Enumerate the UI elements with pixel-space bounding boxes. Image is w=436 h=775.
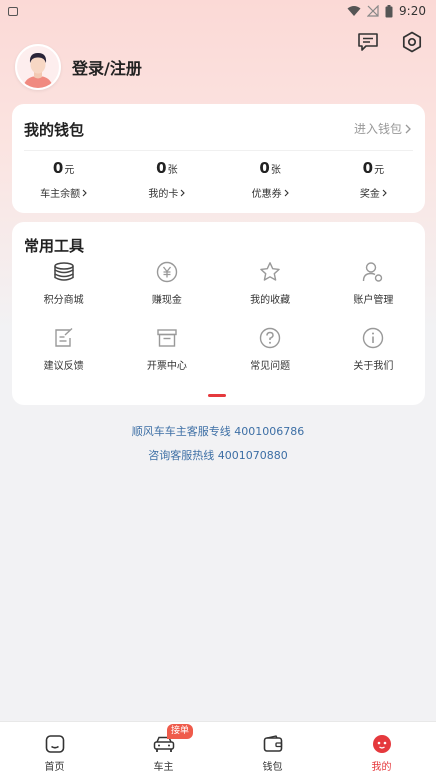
wallet-stat-bonus[interactable]: 0元 奖金 <box>322 159 425 200</box>
battery-icon <box>385 4 393 17</box>
wallet-title: 我的钱包 <box>24 121 85 139</box>
status-bar: 9:20 <box>0 0 436 22</box>
wifi-icon <box>347 6 361 16</box>
stat-value: 0 <box>259 159 270 177</box>
wallet-icon <box>263 735 282 752</box>
consult-service-hotline[interactable]: 咨询客服热线 4001070880 <box>0 447 436 463</box>
tool-label: 账户管理 <box>353 295 394 306</box>
enter-wallet-label: 进入钱包 <box>353 122 402 136</box>
tool-label: 我的收藏 <box>250 295 291 306</box>
question-icon <box>259 327 281 349</box>
owner-service-hotline[interactable]: 顺风车车主客服专线 4001006786 <box>0 423 436 439</box>
tool-label: 建议反馈 <box>43 361 84 372</box>
page-indicator <box>208 394 226 397</box>
wallet-stat-balance[interactable]: 0元 车主余额 <box>12 159 115 200</box>
enter-wallet-link[interactable]: 进入钱包 <box>354 120 411 137</box>
tool-feedback[interactable]: 建议反馈 <box>12 326 115 372</box>
notification-icon <box>8 6 18 16</box>
invoice-icon <box>157 329 177 347</box>
tool-label: 关于我们 <box>353 361 394 372</box>
avatar <box>15 44 61 90</box>
nav-label: 车主 <box>153 762 174 773</box>
stat-label: 我的卡 <box>148 189 179 200</box>
wallet-stat-cards[interactable]: 0张 我的卡 <box>115 159 218 200</box>
header-actions <box>356 30 424 54</box>
stat-value: 0 <box>52 159 64 177</box>
login-register-entry[interactable]: 登录/注册 <box>15 44 142 90</box>
star-icon <box>260 262 280 281</box>
status-time: 9:20 <box>399 4 426 18</box>
tools-title: 常用工具 <box>24 237 85 255</box>
stat-unit: 张 <box>270 165 281 176</box>
chevron-right-icon <box>382 189 387 196</box>
tool-earn-cash[interactable]: 赚现金 <box>115 260 218 306</box>
gear-icon <box>402 31 422 53</box>
nav-home[interactable]: 首页 <box>0 722 109 775</box>
tool-favorites[interactable]: 我的收藏 <box>219 260 322 306</box>
wallet-stats: 0元 车主余额 0张 我的卡 0张 优惠券 0元 奖金 <box>12 159 425 200</box>
settings-button[interactable] <box>400 30 424 54</box>
nav-label: 首页 <box>44 762 65 773</box>
take-order-badge: 接单 <box>167 724 194 739</box>
tool-faq[interactable]: 常见问题 <box>219 326 322 372</box>
tool-points-mall[interactable]: 积分商城 <box>12 260 115 306</box>
user-settings-icon <box>363 262 383 282</box>
login-register-label: 登录/注册 <box>72 59 142 78</box>
tool-invoice-center[interactable]: 开票中心 <box>115 326 218 372</box>
chevron-right-icon <box>405 124 411 133</box>
info-icon <box>363 327 384 349</box>
tool-account-management[interactable]: 账户管理 <box>322 260 425 306</box>
message-button[interactable] <box>356 30 380 54</box>
chevron-right-icon <box>180 189 186 196</box>
feedback-icon <box>54 327 73 347</box>
tool-about-us[interactable]: 关于我们 <box>322 326 425 372</box>
stat-label: 优惠券 <box>251 189 282 200</box>
nav-label: 我的 <box>371 762 392 773</box>
stat-value: 0 <box>156 159 167 177</box>
no-signal-icon <box>367 5 379 17</box>
chevron-right-icon <box>284 189 289 196</box>
tool-label: 积分商城 <box>43 295 84 306</box>
nav-label: 钱包 <box>262 762 283 773</box>
nav-driver[interactable]: 接单 车主 <box>109 722 218 775</box>
common-tools-card: 常用工具 积分商城 赚现金 我的收藏 账户管理 建议反馈 开票中心 常见问题 关… <box>12 222 425 405</box>
nav-mine[interactable]: 我的 <box>327 722 436 775</box>
tool-label: 赚现金 <box>151 295 182 306</box>
stat-label: 奖金 <box>359 189 380 200</box>
tool-label: 开票中心 <box>146 361 187 372</box>
wallet-divider <box>24 150 413 151</box>
yuan-coin-icon <box>156 261 178 283</box>
profile-face-icon <box>372 735 391 753</box>
wallet-card: 我的钱包 进入钱包 0元 车主余额 0张 我的卡 0张 优惠券 0元 奖金 <box>12 104 425 213</box>
message-icon <box>358 33 378 51</box>
default-avatar-icon <box>17 46 59 88</box>
stat-unit: 元 <box>64 165 75 176</box>
chevron-right-icon <box>82 189 87 196</box>
tool-label: 常见问题 <box>250 361 291 372</box>
stat-value: 0 <box>362 159 374 177</box>
coins-stack-icon <box>53 262 74 281</box>
stat-label: 车主余额 <box>40 189 81 200</box>
stat-unit: 元 <box>374 165 385 176</box>
nav-wallet[interactable]: 钱包 <box>218 722 327 775</box>
bottom-nav: 首页 接单 车主 钱包 我的 <box>0 721 436 775</box>
home-icon <box>45 735 64 753</box>
wallet-stat-coupons[interactable]: 0张 优惠券 <box>219 159 322 200</box>
stat-unit: 张 <box>167 165 178 176</box>
tools-grid: 积分商城 赚现金 我的收藏 账户管理 建议反馈 开票中心 常见问题 关于我们 <box>12 260 425 372</box>
